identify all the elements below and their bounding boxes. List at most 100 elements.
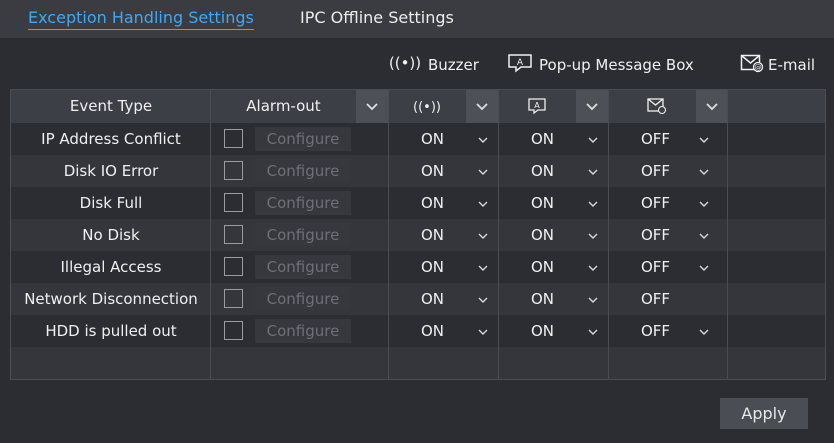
popup-select[interactable]: ON (531, 283, 554, 315)
svg-text:((•)): ((•)) (413, 100, 441, 115)
column-divider (210, 90, 211, 379)
chevron-down-icon[interactable] (697, 164, 711, 178)
alarm-out-checkbox[interactable] (224, 225, 243, 244)
event-type-cell: Network Disconnection (24, 290, 198, 308)
buzzer-select[interactable]: ON (421, 155, 444, 187)
apply-button[interactable]: Apply (720, 398, 808, 429)
chevron-down-icon[interactable] (586, 228, 600, 242)
column-divider (498, 90, 499, 379)
event-type-cell: No Disk (82, 226, 140, 244)
event-type-cell: IP Address Conflict (41, 130, 181, 148)
buzzer-select[interactable]: ON (421, 187, 444, 219)
configure-button[interactable]: Configure (255, 287, 351, 311)
popup-select[interactable]: ON (531, 123, 554, 155)
email-select[interactable]: OFF (641, 315, 670, 347)
alarm-out-checkbox[interactable] (224, 193, 243, 212)
email-select[interactable]: OFF (641, 187, 670, 219)
buzzer-select[interactable]: ON (421, 251, 444, 283)
legend-buzzer-label: Buzzer (428, 56, 479, 74)
popup-select[interactable]: ON (531, 155, 554, 187)
chevron-down-icon[interactable] (586, 292, 600, 306)
table-row-empty (11, 347, 825, 379)
chevron-down-icon (586, 102, 598, 110)
svg-text:A: A (517, 58, 524, 68)
event-type-cell: Disk IO Error (63, 162, 159, 180)
buzzer-icon: ((•)) (413, 100, 441, 115)
popup-select[interactable]: ON (531, 315, 554, 347)
chevron-down-icon[interactable] (586, 324, 600, 338)
popup-message-icon: A (528, 98, 546, 115)
chevron-down-icon[interactable] (586, 196, 600, 210)
buzzer-select[interactable]: ON (421, 123, 444, 155)
configure-button[interactable]: Configure (255, 223, 351, 247)
svg-text:@: @ (755, 64, 762, 72)
email-select[interactable]: OFF (641, 123, 670, 155)
header-email-column (609, 90, 705, 123)
column-divider (388, 90, 389, 379)
email-icon (647, 98, 667, 115)
tab-exception-handling-settings[interactable]: Exception Handling Settings (28, 0, 254, 38)
header-event-type: Event Type (69, 97, 153, 115)
chevron-down-icon (706, 102, 718, 110)
popup-column-dropdown[interactable] (576, 90, 608, 123)
email-icon: @ (740, 53, 764, 77)
configure-button[interactable]: Configure (255, 255, 351, 279)
chevron-down-icon[interactable] (697, 228, 711, 242)
email-select[interactable]: OFF (641, 219, 670, 251)
buzzer-column-dropdown[interactable] (466, 90, 498, 123)
event-type-cell: HDD is pulled out (45, 322, 177, 340)
chevron-down-icon[interactable] (476, 132, 490, 146)
configure-button[interactable]: Configure (255, 159, 351, 183)
table-row: IP Address Conflict Configure ON ON OFF (11, 123, 825, 155)
chevron-down-icon (476, 102, 488, 110)
table-row: No Disk Configure ON ON OFF (11, 219, 825, 251)
chevron-down-icon[interactable] (476, 228, 490, 242)
email-select[interactable]: OFF (641, 155, 670, 187)
alarm-out-checkbox[interactable] (224, 161, 243, 180)
chevron-down-icon[interactable] (476, 260, 490, 274)
popup-select[interactable]: ON (531, 187, 554, 219)
email-column-dropdown[interactable] (696, 90, 728, 123)
buzzer-select[interactable]: ON (421, 283, 444, 315)
popup-select[interactable]: ON (531, 219, 554, 251)
chevron-down-icon[interactable] (586, 132, 600, 146)
email-select[interactable]: OFF (641, 251, 670, 283)
popup-select[interactable]: ON (531, 251, 554, 283)
header-popup-column: A (499, 90, 575, 123)
chevron-down-icon[interactable] (586, 260, 600, 274)
chevron-down-icon[interactable] (476, 292, 490, 306)
chevron-down-icon[interactable] (697, 260, 711, 274)
buzzer-icon: ((•)) (388, 54, 422, 76)
configure-button[interactable]: Configure (255, 127, 351, 151)
chevron-down-icon[interactable] (586, 164, 600, 178)
configure-button[interactable]: Configure (255, 191, 351, 215)
alarm-out-checkbox[interactable] (224, 321, 243, 340)
exception-table: Event Type Alarm-out ((•)) A IP Address … (10, 89, 826, 380)
legend-popup-label: Pop-up Message Box (539, 56, 694, 74)
chevron-down-icon[interactable] (476, 164, 490, 178)
event-type-cell: Illegal Access (60, 258, 162, 276)
legend-email: @ E-mail (740, 52, 815, 78)
svg-text:((•)): ((•)) (389, 54, 421, 72)
event-type-cell: Disk Full (79, 194, 143, 212)
tab-bar: Exception Handling Settings IPC Offline … (0, 0, 834, 38)
chevron-down-icon[interactable] (697, 196, 711, 210)
table-row: Network Disconnection Configure ON ON OFF (11, 283, 825, 315)
buzzer-select[interactable]: ON (421, 219, 444, 251)
table-header: Event Type Alarm-out ((•)) A (11, 90, 825, 123)
chevron-down-icon[interactable] (476, 324, 490, 338)
chevron-down-icon[interactable] (697, 324, 711, 338)
popup-message-icon: A (507, 53, 533, 77)
alarm-out-dropdown[interactable] (356, 90, 388, 123)
chevron-down-icon[interactable] (697, 132, 711, 146)
buzzer-select[interactable]: ON (421, 315, 444, 347)
alarm-out-checkbox[interactable] (224, 289, 243, 308)
exception-settings-window: Exception Handling Settings IPC Offline … (0, 0, 834, 443)
table-row: Disk Full Configure ON ON OFF (11, 187, 825, 219)
configure-button[interactable]: Configure (255, 319, 351, 343)
alarm-out-checkbox[interactable] (224, 129, 243, 148)
email-select[interactable]: OFF (641, 283, 670, 315)
alarm-out-checkbox[interactable] (224, 257, 243, 276)
tab-ipc-offline-settings[interactable]: IPC Offline Settings (300, 0, 454, 38)
chevron-down-icon[interactable] (476, 196, 490, 210)
